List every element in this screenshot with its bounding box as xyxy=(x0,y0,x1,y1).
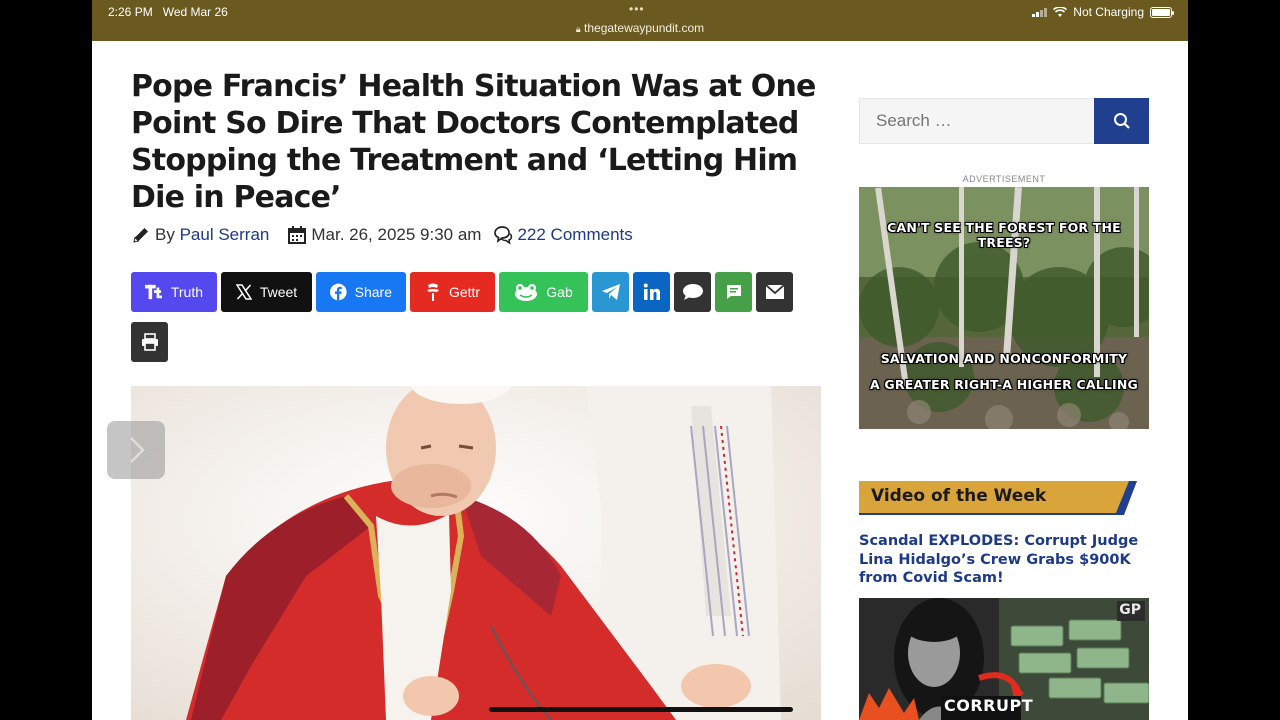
gettr-icon xyxy=(426,283,439,301)
share-tweet-button[interactable]: Tweet xyxy=(221,272,312,312)
ad-caption-1: CAN'T SEE THE FOREST FOR THE TREES? xyxy=(887,220,1121,250)
address-bar[interactable]: 🔒︎ thegatewaypundit.com xyxy=(92,21,1188,35)
browser-page: 2:26 PM Wed Mar 26 ••• 🔒︎ thegatewaypund… xyxy=(92,0,1188,720)
video-section-header: Video of the Week xyxy=(859,481,1137,515)
search-button[interactable] xyxy=(1094,98,1149,144)
search-form xyxy=(859,98,1149,144)
share-facebook-button[interactable]: Share xyxy=(316,272,406,312)
linkedin-icon xyxy=(643,283,660,300)
x-icon xyxy=(235,284,252,300)
email-icon xyxy=(765,285,784,299)
facebook-icon xyxy=(330,283,347,301)
comments-icon xyxy=(494,226,513,245)
status-indicators: Not Charging xyxy=(1032,5,1174,19)
battery-label: Not Charging xyxy=(1073,5,1144,19)
calendar-icon xyxy=(288,226,307,244)
share-tweet-label: Tweet xyxy=(259,284,298,300)
post-date: Mar. 26, 2025 9:30 am xyxy=(311,225,482,244)
article-meta: By Paul Serran Mar. 26, 2025 9:30 am 222… xyxy=(131,225,633,245)
forest-advertisement[interactable]: CAN'T SEE THE FOREST FOR THE TREES? SALV… xyxy=(859,187,1149,429)
share-gettr-button[interactable]: Gettr xyxy=(410,272,495,312)
wifi-icon xyxy=(1053,6,1068,17)
video-badge: GP xyxy=(1119,602,1141,618)
share-linkedin-button[interactable] xyxy=(633,272,670,312)
share-gab-button[interactable]: Gab xyxy=(499,272,588,312)
ad-caption-2: SALVATION AND NONCONFORMITY xyxy=(880,351,1128,366)
pope-photo xyxy=(131,386,821,720)
by-label: By xyxy=(155,225,175,244)
status-bar: 2:26 PM Wed Mar 26 ••• 🔒︎ thegatewaypund… xyxy=(92,0,1188,41)
video-title-link[interactable]: Scandal EXPLODES: Corrupt Judge Lina Hid… xyxy=(859,532,1159,588)
share-telegram-button[interactable] xyxy=(592,272,629,312)
share-buttons: Truth Tweet Share Gettr Gab xyxy=(131,272,793,312)
ad-label: ADVERTISEMENT xyxy=(962,174,1046,184)
author-link[interactable]: Paul Serran xyxy=(180,225,270,245)
article-title: Pope Francis’ Health Situation Was at On… xyxy=(131,69,816,215)
print-button[interactable] xyxy=(131,322,168,362)
search-icon xyxy=(1113,113,1130,129)
telegram-icon xyxy=(601,284,620,300)
status-time: 2:26 PM Wed Mar 26 xyxy=(108,5,228,19)
share-truth-button[interactable]: Truth xyxy=(131,272,217,312)
printer-icon xyxy=(141,333,158,351)
video-section-title: Video of the Week xyxy=(871,486,1047,506)
comment-bubble-icon xyxy=(682,284,703,300)
share-gab-label: Gab xyxy=(546,284,573,300)
share-email-button[interactable] xyxy=(756,272,793,312)
truth-icon xyxy=(145,284,162,300)
comments-link[interactable]: 222 Comments xyxy=(517,225,632,245)
share-gettr-label: Gettr xyxy=(448,284,481,300)
share-facebook-label: Share xyxy=(354,284,392,300)
chevron-right-icon xyxy=(130,437,145,463)
url-text: thegatewaypundit.com xyxy=(584,21,705,35)
home-indicator[interactable] xyxy=(489,707,793,712)
pencil-icon xyxy=(133,228,148,243)
battery-icon xyxy=(1150,6,1174,18)
sms-icon xyxy=(726,285,741,299)
video-overlay-text: CORRUPT xyxy=(944,696,1034,715)
search-input[interactable] xyxy=(859,98,1095,144)
video-thumbnail[interactable]: GP CORRUPT xyxy=(859,598,1149,720)
article-hero-image xyxy=(131,386,821,720)
share-comment-button[interactable] xyxy=(674,272,711,312)
signal-icon xyxy=(1032,7,1048,17)
multitask-dots-icon[interactable]: ••• xyxy=(629,2,645,16)
gab-frog-icon xyxy=(515,284,538,301)
share-sms-button[interactable] xyxy=(715,272,752,312)
next-article-button[interactable] xyxy=(107,421,165,479)
share-truth-label: Truth xyxy=(170,284,203,300)
ad-caption-3: A GREATER RIGHT-A HIGHER CALLING xyxy=(870,377,1138,392)
lock-icon: 🔒︎ xyxy=(575,24,581,34)
